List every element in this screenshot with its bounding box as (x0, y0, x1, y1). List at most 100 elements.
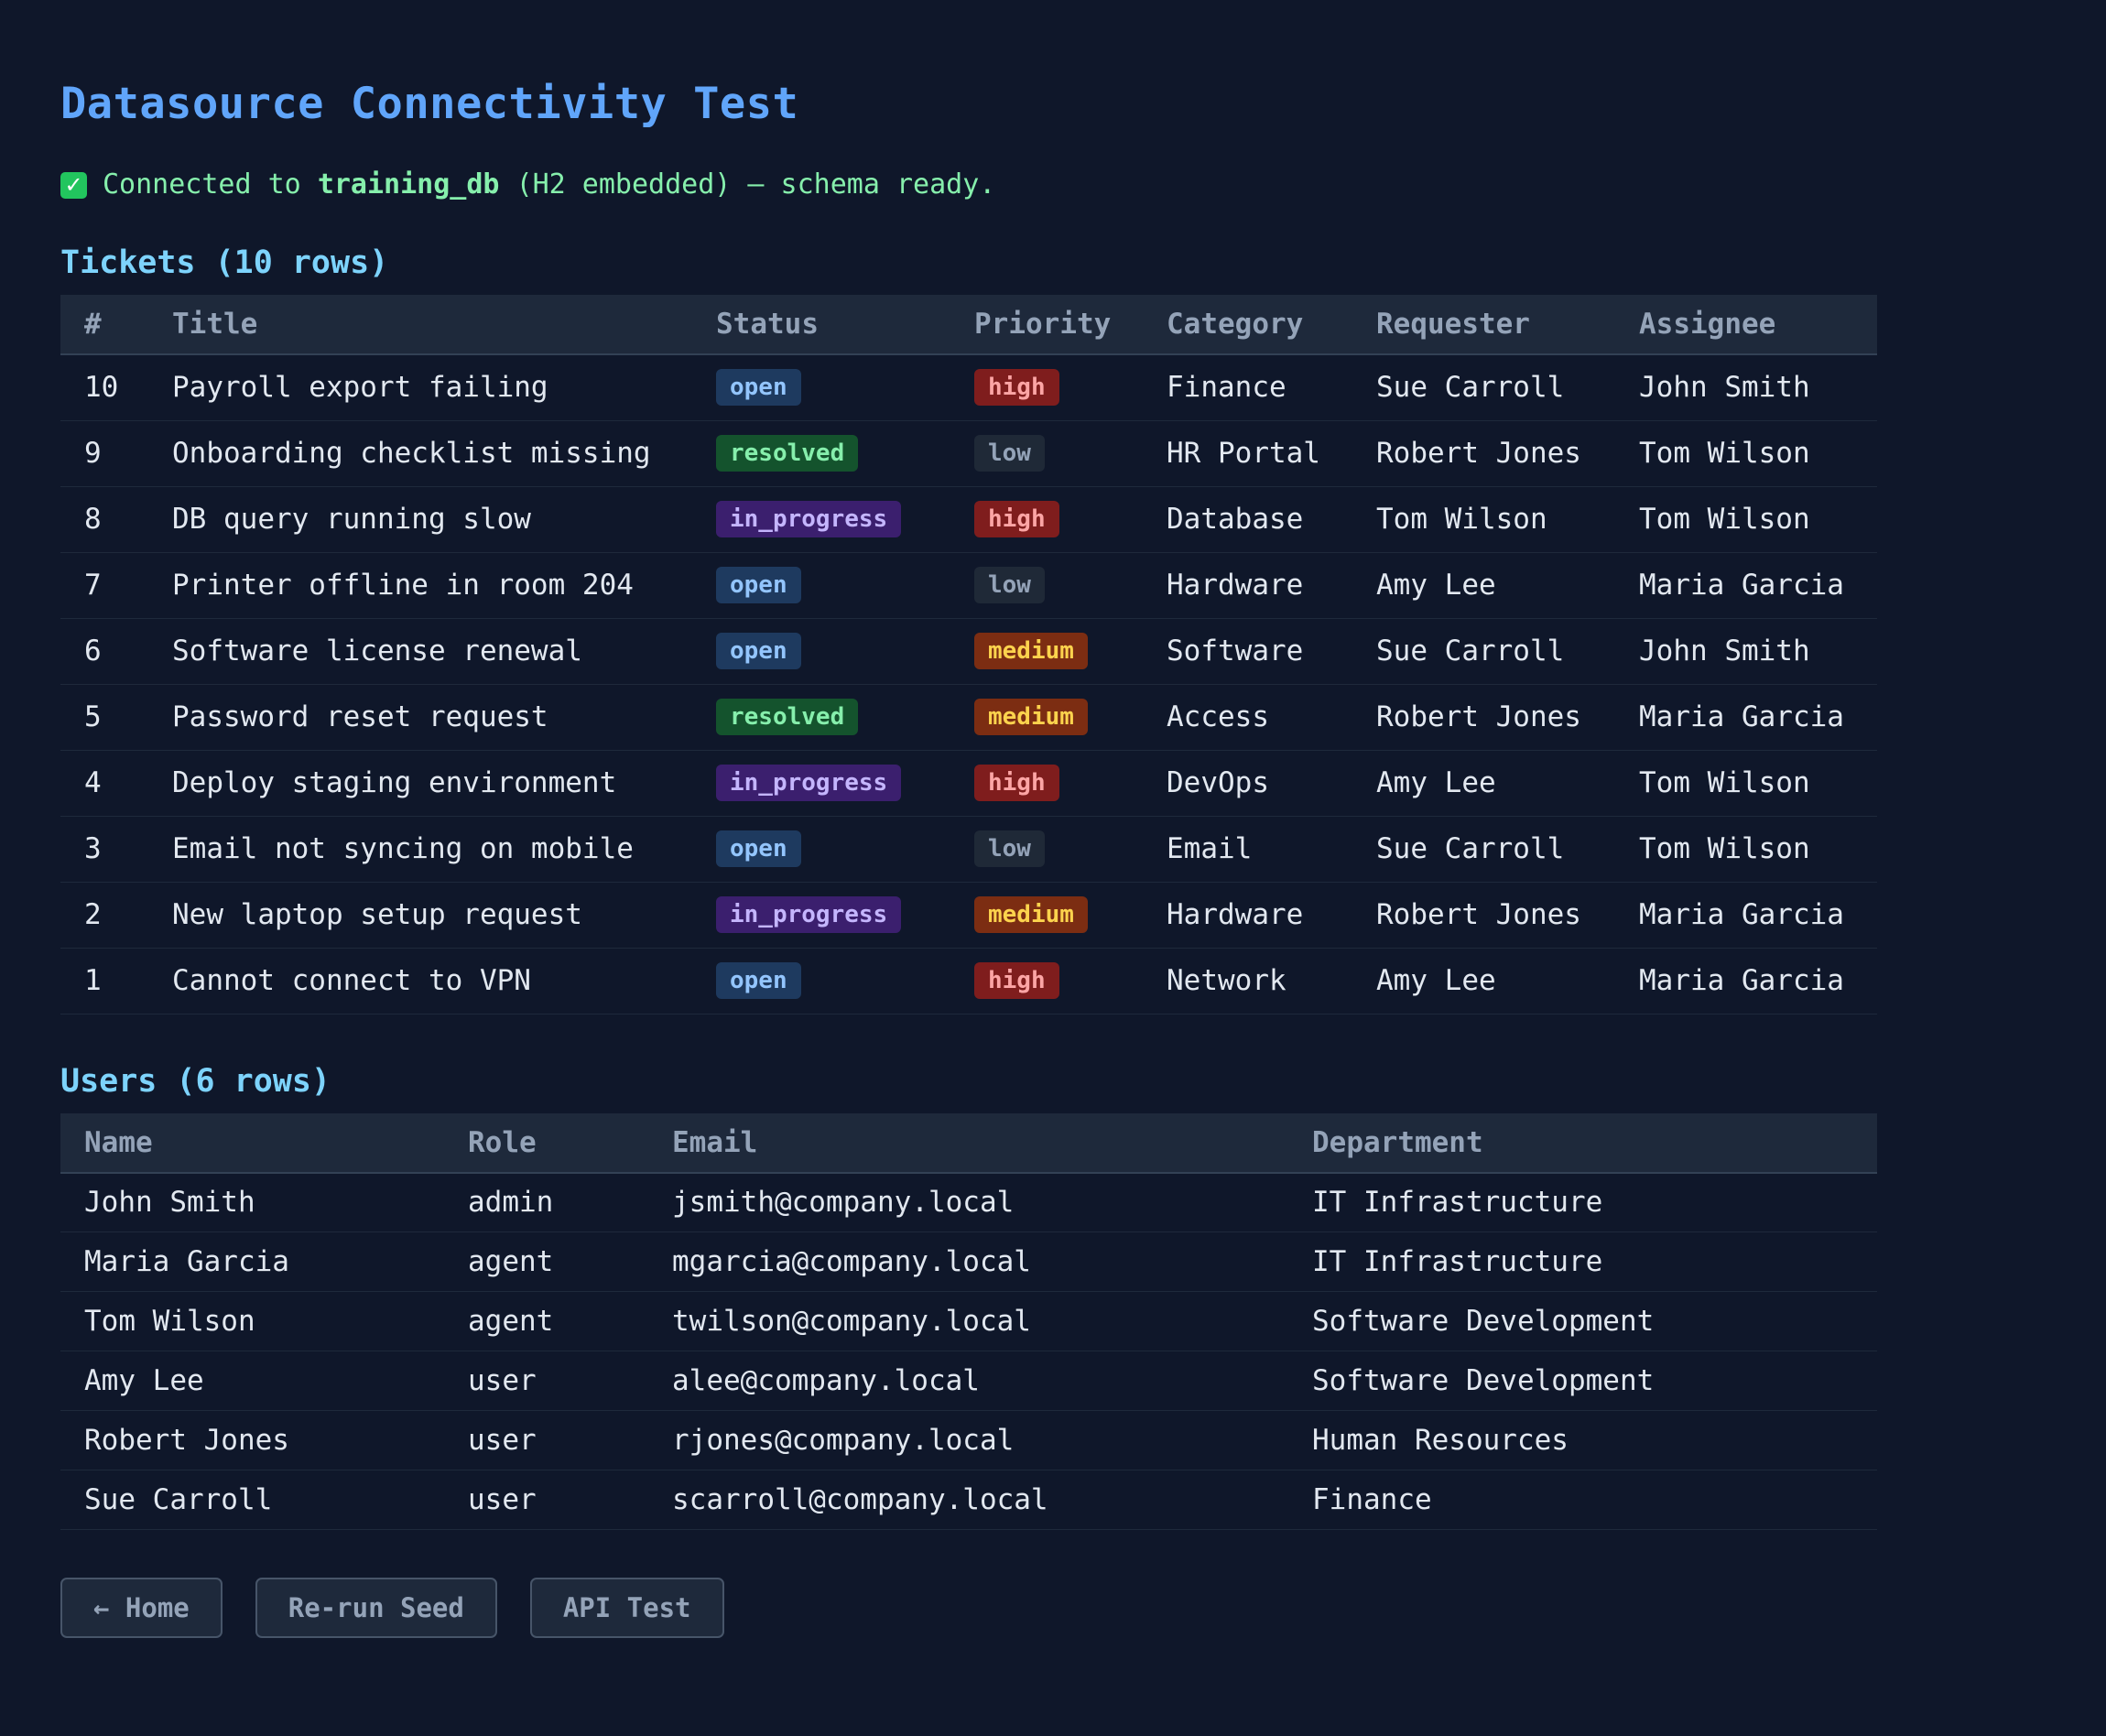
ticket-id: 9 (60, 420, 148, 487)
ticket-id: 4 (60, 750, 148, 817)
status-badge: open (716, 369, 801, 407)
ticket-category: Access (1143, 684, 1352, 751)
ticket-assignee: Maria Garcia (1615, 552, 1877, 619)
ticket-id: 8 (60, 486, 148, 553)
status-badge: open (716, 830, 801, 867)
ticket-status-cell: in_progress (692, 486, 950, 553)
ticket-status-cell: open (692, 354, 950, 421)
status-suffix: (H2 embedded) — schema ready. (516, 168, 996, 201)
ticket-assignee: Tom Wilson (1615, 750, 1877, 817)
ticket-priority-cell: high (950, 948, 1143, 1014)
ticket-assignee: Tom Wilson (1615, 816, 1877, 883)
ticket-requester: Sue Carroll (1352, 354, 1615, 421)
table-row: 3 Email not syncing on mobile open low Email… (60, 816, 1877, 883)
ticket-title: Onboarding checklist missing (148, 420, 692, 487)
ticket-title: Printer offline in room 204 (148, 552, 692, 619)
col-header-status: Status (692, 295, 950, 355)
status-badge: in_progress (716, 765, 902, 801)
ticket-status-cell: open (692, 816, 950, 883)
tickets-table: # Title Status Priority Category Request… (60, 295, 1877, 1014)
page-title: Datasource Connectivity Test (60, 79, 799, 129)
user-email: jsmith@company.local (648, 1172, 1288, 1232)
ticket-title: Password reset request (148, 684, 692, 751)
ticket-assignee: Tom Wilson (1615, 420, 1877, 487)
ticket-category: Hardware (1143, 882, 1352, 949)
user-role: user (444, 1470, 648, 1530)
user-email: rjones@company.local (648, 1410, 1288, 1470)
priority-badge: high (974, 501, 1059, 537)
ticket-category: Email (1143, 816, 1352, 883)
ticket-category: Hardware (1143, 552, 1352, 619)
ticket-category: Finance (1143, 354, 1352, 421)
ticket-assignee: Maria Garcia (1615, 684, 1877, 751)
user-email: mgarcia@company.local (648, 1231, 1288, 1292)
ticket-requester: Robert Jones (1352, 882, 1615, 949)
ticket-title: Cannot connect to VPN (148, 948, 692, 1014)
user-department: Software Development (1288, 1291, 1877, 1351)
user-email: scarroll@company.local (648, 1470, 1288, 1530)
user-email: alee@company.local (648, 1351, 1288, 1411)
col-header-title: Title (148, 295, 692, 355)
ticket-title: Email not syncing on mobile (148, 816, 692, 883)
priority-badge: medium (974, 699, 1088, 735)
ticket-requester: Robert Jones (1352, 684, 1615, 751)
ticket-assignee: Maria Garcia (1615, 948, 1877, 1014)
user-name: Amy Lee (60, 1351, 444, 1411)
ticket-priority-cell: low (950, 816, 1143, 883)
ticket-assignee: Tom Wilson (1615, 486, 1877, 553)
user-role: admin (444, 1172, 648, 1232)
tickets-heading: Tickets (10 rows) (60, 244, 389, 281)
ticket-id: 10 (60, 354, 148, 421)
table-row: John Smith admin jsmith@company.local IT In… (60, 1172, 1877, 1232)
home-button[interactable]: ← Home (60, 1578, 223, 1638)
table-row: Amy Lee user alee@company.local Software De… (60, 1351, 1877, 1411)
ticket-requester: Amy Lee (1352, 552, 1615, 619)
table-row: Maria Garcia agent mgarcia@company.local IT… (60, 1231, 1877, 1292)
table-row: 9 Onboarding checklist missing resolved low… (60, 420, 1877, 487)
ticket-status-cell: resolved (692, 420, 950, 487)
ticket-priority-cell: high (950, 354, 1143, 421)
col-header-priority: Priority (950, 295, 1143, 355)
ticket-status-cell: open (692, 948, 950, 1014)
action-buttons: ← Home Re-run Seed API Test (60, 1578, 2106, 1638)
ticket-id: 6 (60, 618, 148, 685)
user-name: Tom Wilson (60, 1291, 444, 1351)
table-row: 5 Password reset request resolved medium Acc… (60, 684, 1877, 751)
status-badge: open (716, 567, 801, 603)
ticket-requester: Amy Lee (1352, 948, 1615, 1014)
ticket-priority-cell: medium (950, 684, 1143, 751)
user-name: John Smith (60, 1172, 444, 1232)
ticket-status-cell: in_progress (692, 750, 950, 817)
ticket-assignee: John Smith (1615, 354, 1877, 421)
ticket-id: 3 (60, 816, 148, 883)
priority-badge: high (974, 765, 1059, 801)
ticket-title: Software license renewal (148, 618, 692, 685)
ticket-status-cell: open (692, 618, 950, 685)
ticket-status-cell: open (692, 552, 950, 619)
ticket-priority-cell: low (950, 552, 1143, 619)
ticket-category: HR Portal (1143, 420, 1352, 487)
table-row: 6 Software license renewal open medium Softw… (60, 618, 1877, 685)
user-department: IT Infrastructure (1288, 1172, 1877, 1232)
priority-badge: medium (974, 633, 1088, 669)
users-heading: Users (6 rows) (60, 1062, 331, 1100)
ticket-status-cell: in_progress (692, 882, 950, 949)
table-row: 10 Payroll export failing open high Finance S… (60, 354, 1877, 421)
ticket-title: New laptop setup request (148, 882, 692, 949)
user-department: Human Resources (1288, 1410, 1877, 1470)
user-email: twilson@company.local (648, 1291, 1288, 1351)
connection-status: ✓ Connected to training_db (H2 embedded)… (60, 165, 2106, 205)
users-table: Name Role Email Department John Smith adm… (60, 1112, 1877, 1530)
status-badge: open (716, 633, 801, 669)
table-row: Tom Wilson agent twilson@company.local Soft… (60, 1291, 1877, 1351)
ticket-assignee: John Smith (1615, 618, 1877, 685)
status-badge: open (716, 962, 801, 999)
api-test-button[interactable]: API Test (529, 1578, 724, 1638)
ticket-title: Deploy staging environment (148, 750, 692, 817)
ticket-requester: Sue Carroll (1352, 816, 1615, 883)
ticket-status-cell: resolved (692, 684, 950, 751)
ticket-priority-cell: high (950, 750, 1143, 817)
table-row: 1 Cannot connect to VPN open high Network Amy… (60, 948, 1877, 1014)
rerun-seed-button[interactable]: Re-run Seed (255, 1578, 497, 1638)
ticket-category: Software (1143, 618, 1352, 685)
